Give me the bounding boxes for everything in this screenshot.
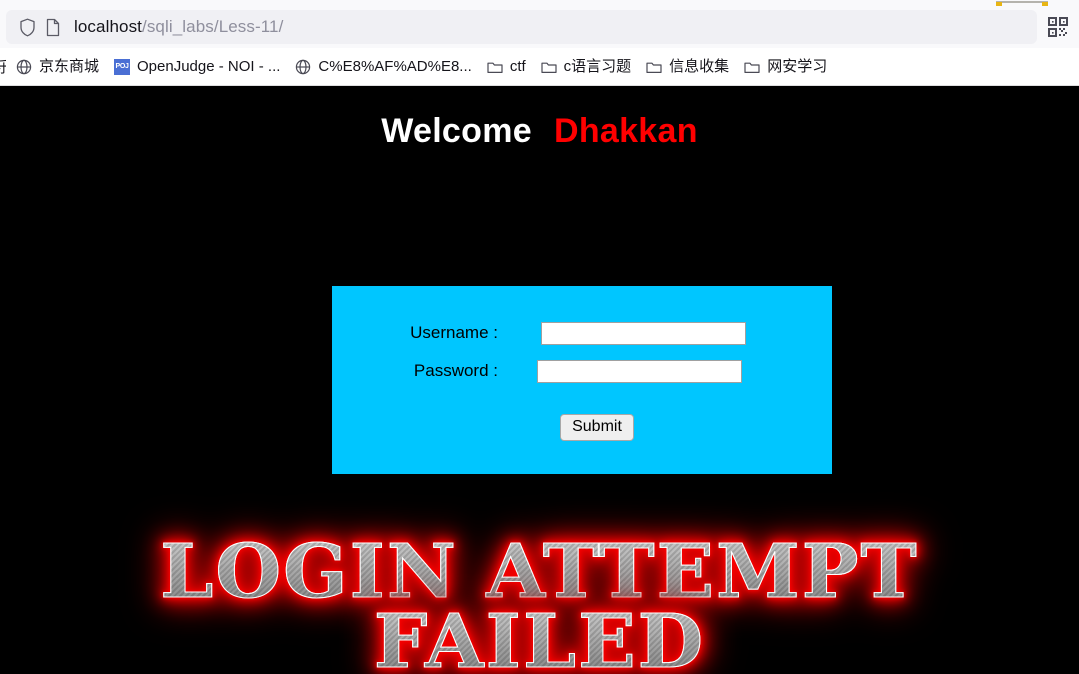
password-input[interactable] bbox=[537, 359, 742, 383]
folder-icon bbox=[486, 58, 504, 76]
failed-banner-line-2: FAILED bbox=[0, 604, 1079, 674]
tab-remnant[interactable] bbox=[996, 1, 1048, 6]
url-bar[interactable]: localhost/sqli_labs/Less-11/ bbox=[6, 10, 1037, 44]
page-title: Welcome Dhakkan bbox=[0, 86, 1079, 151]
qr-code-icon[interactable] bbox=[1045, 14, 1071, 40]
bookmark-label: 京东商城 bbox=[39, 57, 100, 75]
globe-icon bbox=[294, 58, 312, 76]
tab-strip bbox=[0, 0, 1079, 6]
shield-icon[interactable] bbox=[14, 15, 40, 39]
browser-chrome: localhost/sqli_labs/Less-11/ 京东商城 POJ Op… bbox=[0, 0, 1079, 86]
bookmark-folder-ctf[interactable]: ctf bbox=[479, 54, 533, 80]
globe-icon bbox=[15, 58, 33, 76]
folder-icon bbox=[645, 58, 663, 76]
folder-icon bbox=[540, 58, 558, 76]
bookmark-label: C%E8%AF%AD%E8... bbox=[318, 57, 472, 75]
bookmark-clipped-left[interactable]: 乐 bbox=[0, 56, 6, 77]
welcome-text: Welcome bbox=[381, 112, 532, 150]
bookmark-label: c语言习题 bbox=[563, 57, 632, 75]
bookmark-item-jingdong[interactable]: 京东商城 bbox=[8, 54, 106, 80]
url-text[interactable]: localhost/sqli_labs/Less-11/ bbox=[74, 17, 283, 37]
login-failed-banner: LOGIN ATTEMPT FAILED bbox=[0, 535, 1079, 674]
username-row: Username : bbox=[332, 314, 832, 352]
folder-icon bbox=[743, 58, 761, 76]
page-icon[interactable] bbox=[40, 15, 66, 39]
login-form-panel: Username : Password : Submit bbox=[332, 286, 832, 474]
bookmark-label: 信息收集 bbox=[669, 57, 730, 75]
bookmark-label: OpenJudge - NOI - ... bbox=[137, 57, 281, 75]
url-host: localhost bbox=[74, 17, 142, 36]
bookmark-label: ctf bbox=[509, 57, 526, 75]
bookmark-item-openjudge[interactable]: POJ OpenJudge - NOI - ... bbox=[106, 54, 287, 80]
password-label: Password : bbox=[413, 361, 498, 380]
bookmark-item-c-encoded[interactable]: C%E8%AF%AD%E8... bbox=[287, 54, 478, 80]
username-input[interactable] bbox=[541, 321, 746, 345]
bookmark-label: 网安学习 bbox=[767, 57, 828, 75]
navigation-toolbar: localhost/sqli_labs/Less-11/ bbox=[0, 6, 1079, 48]
submit-button[interactable]: Submit bbox=[560, 414, 634, 441]
bookmark-folder-info-gathering[interactable]: 信息收集 bbox=[638, 54, 736, 80]
bookmark-folder-c-exercises[interactable]: c语言习题 bbox=[533, 54, 639, 80]
url-path: /sqli_labs/Less-11/ bbox=[142, 17, 284, 36]
dhakkan-text: Dhakkan bbox=[553, 112, 698, 150]
submit-row: Submit bbox=[332, 414, 832, 441]
password-row: Password : bbox=[332, 352, 832, 390]
bookmarks-bar: 乐 京东商城 POJ OpenJudge - NOI - ... bbox=[0, 48, 1079, 86]
page-content: Welcome Dhakkan Username : Password : Sub… bbox=[0, 86, 1079, 674]
bookmark-folder-security-study[interactable]: 网安学习 bbox=[736, 54, 834, 80]
username-label: Username : bbox=[410, 323, 498, 342]
failed-banner-line-1: LOGIN ATTEMPT bbox=[0, 535, 1079, 609]
poj-favicon-icon: POJ bbox=[113, 58, 131, 76]
